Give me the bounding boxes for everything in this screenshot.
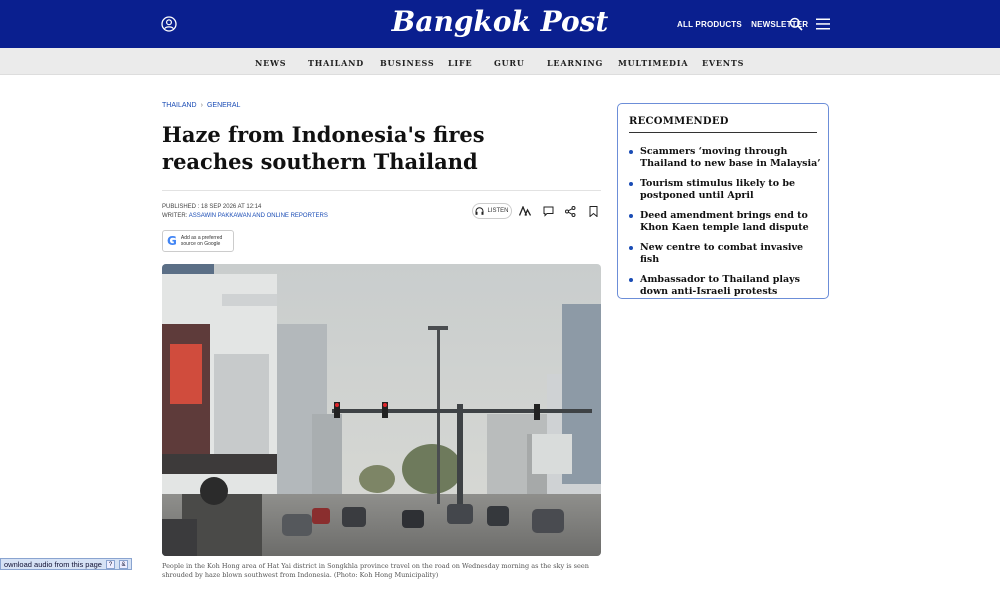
- nav-events[interactable]: EVENTS: [702, 58, 744, 68]
- nav-business[interactable]: BUSINESS: [380, 58, 434, 68]
- nav-news[interactable]: NEWS: [255, 58, 286, 68]
- all-products-link[interactable]: ALL PRODUCTS: [677, 20, 742, 29]
- bookmark-icon[interactable]: [585, 203, 601, 219]
- writer-line: WRITER: ASSAWIN PAKKAWAN AND ONLINE REPO…: [162, 212, 328, 221]
- google-badge-label: Add as a preferred source on Google: [180, 235, 223, 247]
- recommended-item[interactable]: Tourism stimulus likely to be postponed …: [629, 178, 821, 202]
- nav-multimedia[interactable]: MULTIMEDIA: [618, 58, 688, 68]
- recommended-item[interactable]: Scammers ‘moving through Thailand to new…: [629, 146, 821, 170]
- search-icon[interactable]: [789, 17, 803, 31]
- writer-label: WRITER:: [162, 213, 188, 219]
- top-header: Bangkok Post ALL PRODUCTS NEWSLETTER: [0, 0, 1000, 48]
- chevron-right-icon: ›: [200, 102, 203, 109]
- recommended-divider: [629, 132, 817, 133]
- article-photo: [162, 264, 601, 556]
- nav-learning[interactable]: LEARNING: [547, 58, 603, 68]
- listen-button[interactable]: LISTEN: [472, 203, 512, 219]
- breadcrumb-general[interactable]: GENERAL: [207, 102, 240, 109]
- audio-download-widget[interactable]: ownload audio from this page ? &: [0, 558, 132, 570]
- hamburger-menu-icon[interactable]: [816, 18, 830, 30]
- main-nav: NEWS THAILAND BUSINESS LIFE GURU LEARNIN…: [0, 48, 1000, 75]
- google-preferred-source-button[interactable]: G Add as a preferred source on Google: [162, 230, 234, 252]
- options-button[interactable]: &: [118, 559, 128, 569]
- recommended-title: RECOMMENDED: [629, 116, 729, 127]
- published-date: PUBLISHED : 18 SEP 2026 AT 12:14: [162, 204, 262, 210]
- font-size-icon[interactable]: [517, 203, 533, 219]
- writer-name[interactable]: ASSAWIN PAKKAWAN AND ONLINE REPORTERS: [189, 213, 328, 219]
- article-meta: PUBLISHED : 18 SEP 2026 AT 12:14 WRITER:…: [162, 203, 328, 221]
- site-logo[interactable]: Bangkok Post: [0, 5, 1000, 38]
- breadcrumb: THAILAND › GENERAL: [162, 102, 240, 109]
- article-headline: Haze from Indonesia's fires reaches sout…: [162, 122, 485, 174]
- listen-label: LISTEN: [487, 208, 509, 214]
- headphones-icon: [475, 207, 484, 215]
- google-icon: G: [167, 234, 177, 248]
- divider: [162, 190, 601, 191]
- recommended-item[interactable]: Deed amendment brings end to Khon Kaen t…: [629, 210, 821, 234]
- breadcrumb-thailand[interactable]: THAILAND: [162, 102, 197, 109]
- recommended-item[interactable]: Ambassador to Thailand plays down anti-I…: [629, 274, 821, 298]
- comment-icon[interactable]: [540, 203, 556, 219]
- share-icon[interactable]: [562, 203, 578, 219]
- help-button[interactable]: ?: [105, 559, 115, 569]
- recommended-list: Scammers ‘moving through Thailand to new…: [629, 146, 821, 306]
- audio-download-label[interactable]: ownload audio from this page: [4, 560, 102, 569]
- recommended-item[interactable]: New centre to combat invasive fish: [629, 242, 821, 266]
- nav-life[interactable]: LIFE: [448, 58, 472, 68]
- photo-caption: People in the Koh Hong area of Hat Yai d…: [162, 562, 589, 579]
- nav-guru[interactable]: GURU: [494, 58, 525, 68]
- nav-thailand[interactable]: THAILAND: [308, 58, 364, 68]
- recommended-panel: RECOMMENDED Scammers ‘moving through Tha…: [617, 103, 829, 299]
